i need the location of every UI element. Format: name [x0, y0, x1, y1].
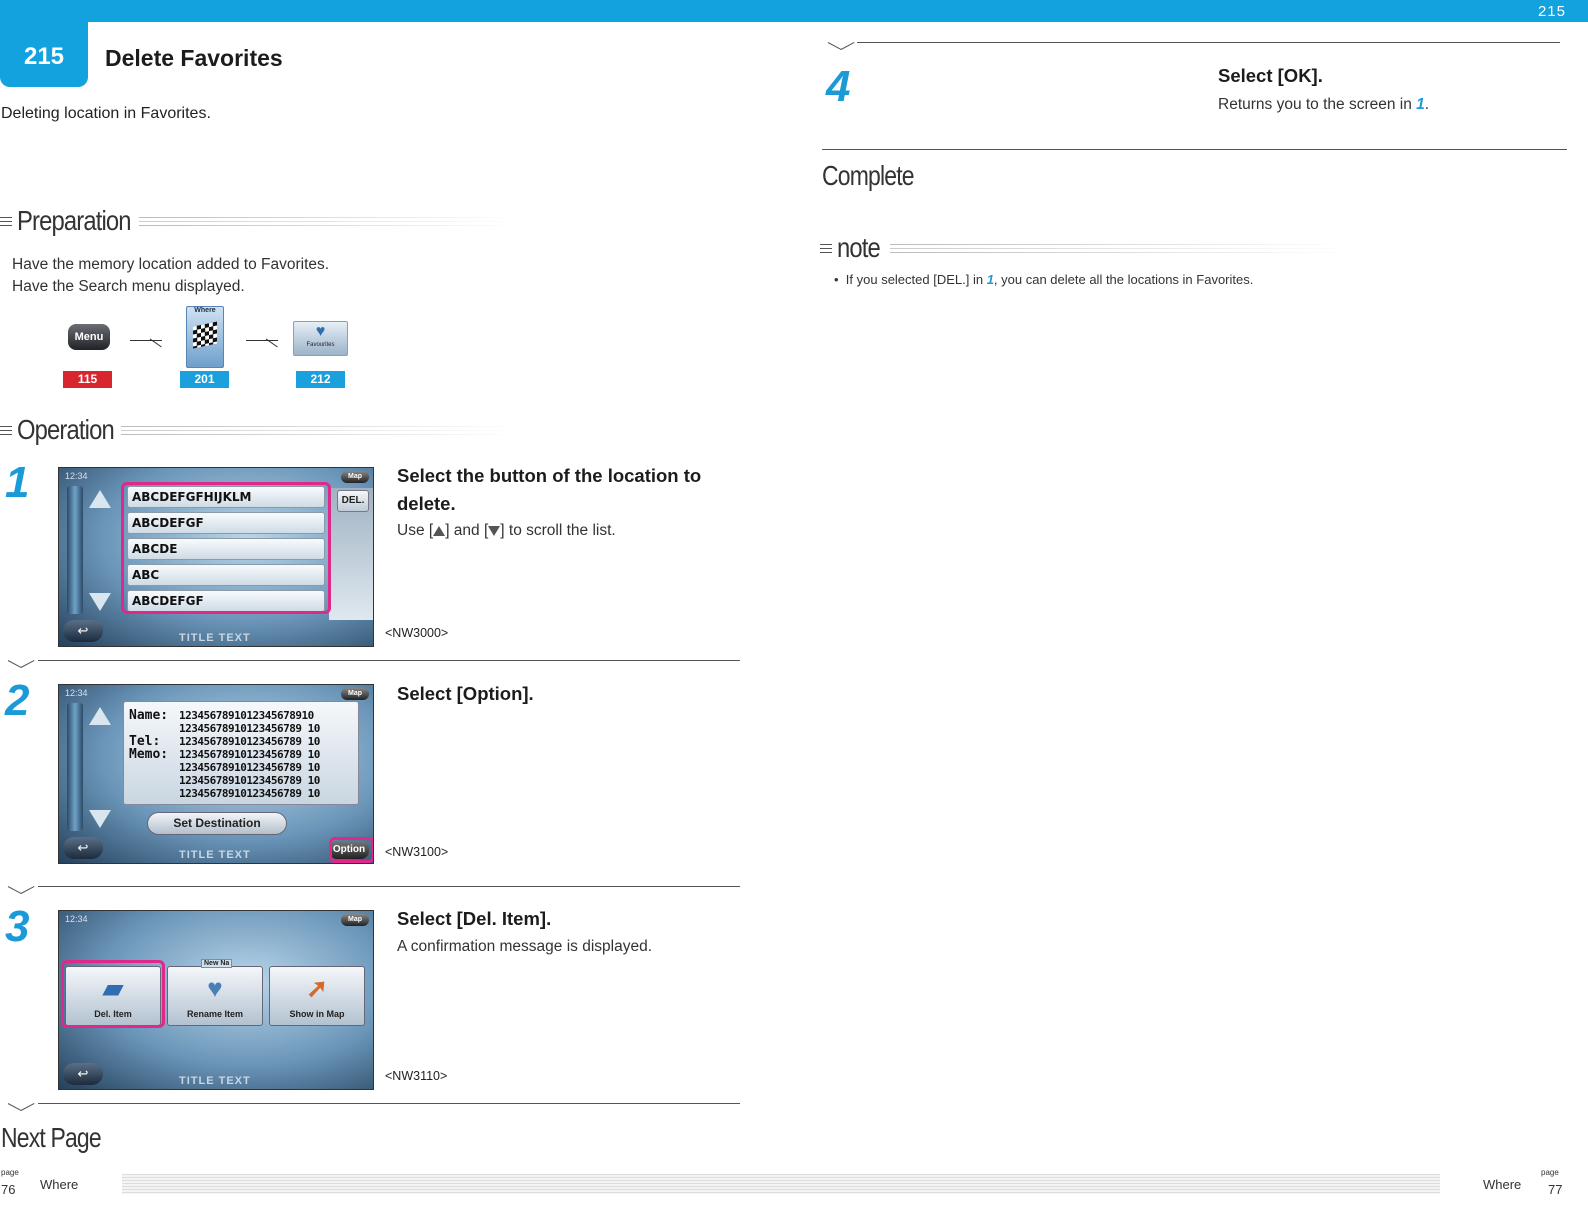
highlight-frame: [61, 960, 165, 1028]
map-button: Map: [341, 914, 369, 926]
step-title: Select [OK].: [1218, 65, 1323, 86]
del-button: DEL.: [337, 490, 369, 512]
note-heading: note: [820, 232, 1350, 264]
step-number: 2: [5, 676, 30, 725]
ref-tag-212: 212: [296, 371, 345, 388]
triangle-up-icon: [433, 525, 446, 536]
step-title: Select [Del. Item].: [397, 908, 552, 929]
step-number: 1: [5, 458, 30, 507]
back-arrow-icon: ↩: [63, 1063, 103, 1085]
map-button: Map: [341, 471, 369, 483]
back-arrow-icon: ↩: [63, 620, 103, 642]
divider-notch: [8, 886, 34, 898]
screen-nw3110: 12:34 Map ▰ Del. Item ♥ Rename Item New …: [58, 910, 374, 1090]
flow-arrow-icon: [246, 340, 278, 341]
right-page-number: 77: [1548, 1182, 1563, 1197]
divider-notch: [8, 660, 34, 672]
scrollbar: [67, 703, 83, 831]
ref-tag-201: 201: [180, 371, 229, 388]
back-arrow-icon: ↩: [63, 837, 103, 859]
step-title: Select [Option].: [397, 683, 534, 704]
preparation-text: Have the memory location added to Favori…: [12, 256, 330, 295]
right-section-name: Where: [1483, 1177, 1522, 1192]
step-number: 3: [5, 902, 30, 951]
step-number: 4: [826, 62, 851, 111]
complete-label: Complete: [822, 160, 915, 191]
step-title: Select the button of the location to del…: [397, 465, 702, 514]
section-badge: 215: [0, 22, 88, 87]
map-button: Map: [341, 688, 369, 700]
scroll-down-icon: [89, 593, 111, 611]
show-in-map-tile: ➚ Show in Map: [269, 966, 365, 1026]
triangle-down-icon: [488, 525, 501, 536]
highlight-frame: [121, 482, 331, 614]
new-name-badge: New Na: [201, 959, 233, 968]
ref-tag-115: 115: [63, 371, 112, 388]
left-page-number: 76: [1, 1182, 16, 1197]
favorites-heart-icon: ♥ Favourites: [293, 321, 348, 356]
scroll-down-icon: [89, 810, 111, 828]
divider-notch: [828, 42, 854, 54]
set-destination-button: Set Destination: [147, 812, 287, 835]
footer-band: [122, 1174, 1440, 1194]
screen-code: <NW3000>: [385, 626, 449, 640]
operation-heading: Operation: [0, 414, 521, 446]
screen-nw3100: 12:34 Map Name: Tel: Memo: 1234567891012…: [58, 684, 374, 864]
map-flag-icon: ➚: [306, 973, 328, 1003]
top-page-number: 215: [1537, 3, 1566, 20]
scrollbar: [67, 486, 83, 614]
divider-notch: [8, 1103, 34, 1115]
checkered-flag-icon: Where: [186, 306, 224, 368]
lead-text: Deleting location in Favorites.: [1, 105, 211, 122]
note-bullet: • If you selected [DEL.] in 1, you can d…: [834, 272, 1254, 287]
screen-code: <NW3100>: [385, 845, 449, 859]
heading-lines-icon: [820, 243, 832, 253]
screen-nw3000: 12:34 Map ABCDEFGFHIJKLM ABCDEFGF ABCDE …: [58, 467, 374, 647]
left-section-name: Where: [40, 1177, 79, 1192]
scroll-up-icon: [89, 707, 111, 725]
highlight-frame: [329, 837, 373, 863]
menu-button-icon: Menu: [68, 324, 110, 350]
preparation-heading: Preparation: [0, 205, 519, 237]
heading-lines-icon: [0, 425, 12, 435]
section-title: Delete Favorites: [105, 45, 283, 71]
step-desc: Use [] and [] to scroll the list.: [397, 522, 616, 539]
flow-arrow-icon: [130, 340, 162, 341]
step-desc: Returns you to the screen in 1.: [1218, 96, 1430, 113]
heading-lines-icon: [0, 216, 12, 226]
screen-code: <NW3110>: [385, 1069, 448, 1083]
step-desc: A confirmation message is displayed.: [397, 938, 653, 955]
top-bar: 215: [0, 0, 1588, 22]
scroll-up-icon: [89, 490, 111, 508]
next-page-label: Next Page: [1, 1122, 102, 1153]
heart-icon: ♥: [207, 973, 223, 1003]
rename-item-tile: ♥ Rename Item: [167, 966, 263, 1026]
